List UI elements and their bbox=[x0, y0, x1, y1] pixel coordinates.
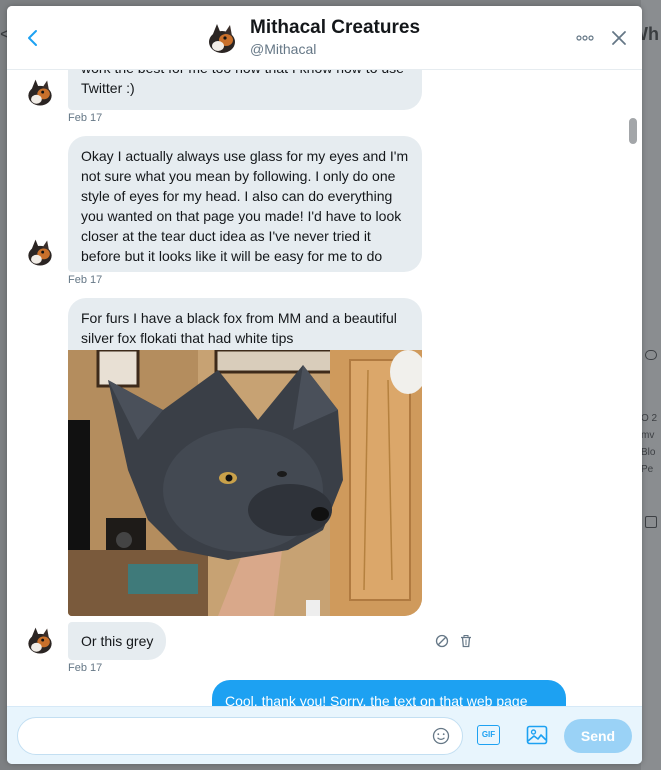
background-right-strip bbox=[641, 0, 661, 770]
message-timestamp: Feb 17 bbox=[68, 112, 103, 124]
dm-conversation-modal: Mithacal Creatures @Mithacal work the be… bbox=[7, 6, 642, 764]
close-icon bbox=[612, 31, 626, 45]
message-text: Or this grey bbox=[81, 633, 154, 649]
gif-button[interactable]: GIF bbox=[477, 725, 500, 745]
message-input[interactable] bbox=[17, 717, 463, 755]
background-right-meta: O 2 mv Blo Pe bbox=[641, 410, 661, 478]
report-message-button[interactable] bbox=[435, 634, 449, 648]
thread-scrollbar[interactable] bbox=[629, 118, 637, 144]
block-icon bbox=[435, 634, 449, 648]
fox-head-photo bbox=[68, 350, 422, 616]
background-people-icon bbox=[645, 350, 657, 360]
more-options-button[interactable] bbox=[576, 30, 594, 46]
avatar[interactable] bbox=[203, 20, 241, 58]
emoji-button[interactable] bbox=[432, 727, 450, 745]
message-bubble[interactable]: Okay I actually always use glass for my … bbox=[68, 136, 422, 272]
message-photo[interactable] bbox=[68, 350, 422, 616]
more-dots-icon bbox=[576, 35, 594, 41]
chevron-left-icon bbox=[28, 30, 37, 46]
avatar[interactable] bbox=[23, 76, 57, 110]
send-button[interactable]: Send bbox=[564, 719, 632, 753]
smiley-icon bbox=[432, 727, 450, 745]
background-external-link-icon bbox=[645, 516, 657, 528]
media-button[interactable] bbox=[526, 725, 548, 745]
message-bubble[interactable]: Or this grey bbox=[68, 622, 167, 660]
back-button[interactable] bbox=[23, 26, 43, 50]
image-icon bbox=[526, 725, 548, 745]
message-text: work the best for me too now that I know… bbox=[81, 70, 404, 96]
message-timestamp: Feb 17 bbox=[68, 274, 103, 286]
avatar[interactable] bbox=[23, 236, 57, 270]
avatar[interactable] bbox=[23, 624, 57, 658]
background-meta-line: Blo bbox=[641, 447, 656, 458]
close-button[interactable] bbox=[609, 28, 629, 48]
trash-icon bbox=[461, 635, 471, 648]
background-meta-line: O 2 bbox=[641, 413, 658, 424]
message-thread[interactable]: work the best for me too now that I know… bbox=[7, 70, 642, 706]
message-text: For furs I have a black fox from MM and … bbox=[81, 310, 397, 346]
message-composer: GIF Send bbox=[7, 706, 642, 764]
outgoing-message-bubble[interactable]: Cool, thank you! Sorry, the text on that… bbox=[212, 680, 566, 706]
message-bubble[interactable]: For furs I have a black fox from MM and … bbox=[68, 298, 422, 352]
message-text: Okay I actually always use glass for my … bbox=[81, 148, 409, 264]
conversation-handle[interactable]: @Mithacal bbox=[250, 41, 316, 57]
background-meta-line: Pe bbox=[641, 464, 654, 475]
background-meta-line: mv bbox=[641, 430, 655, 441]
conversation-header: Mithacal Creatures @Mithacal bbox=[7, 6, 642, 70]
delete-message-button[interactable] bbox=[459, 634, 473, 648]
message-timestamp: Feb 17 bbox=[68, 662, 103, 674]
message-text: Cool, thank you! Sorry, the text on that… bbox=[225, 693, 528, 706]
conversation-name[interactable]: Mithacal Creatures bbox=[250, 17, 420, 39]
message-bubble[interactable]: work the best for me too now that I know… bbox=[68, 70, 422, 110]
